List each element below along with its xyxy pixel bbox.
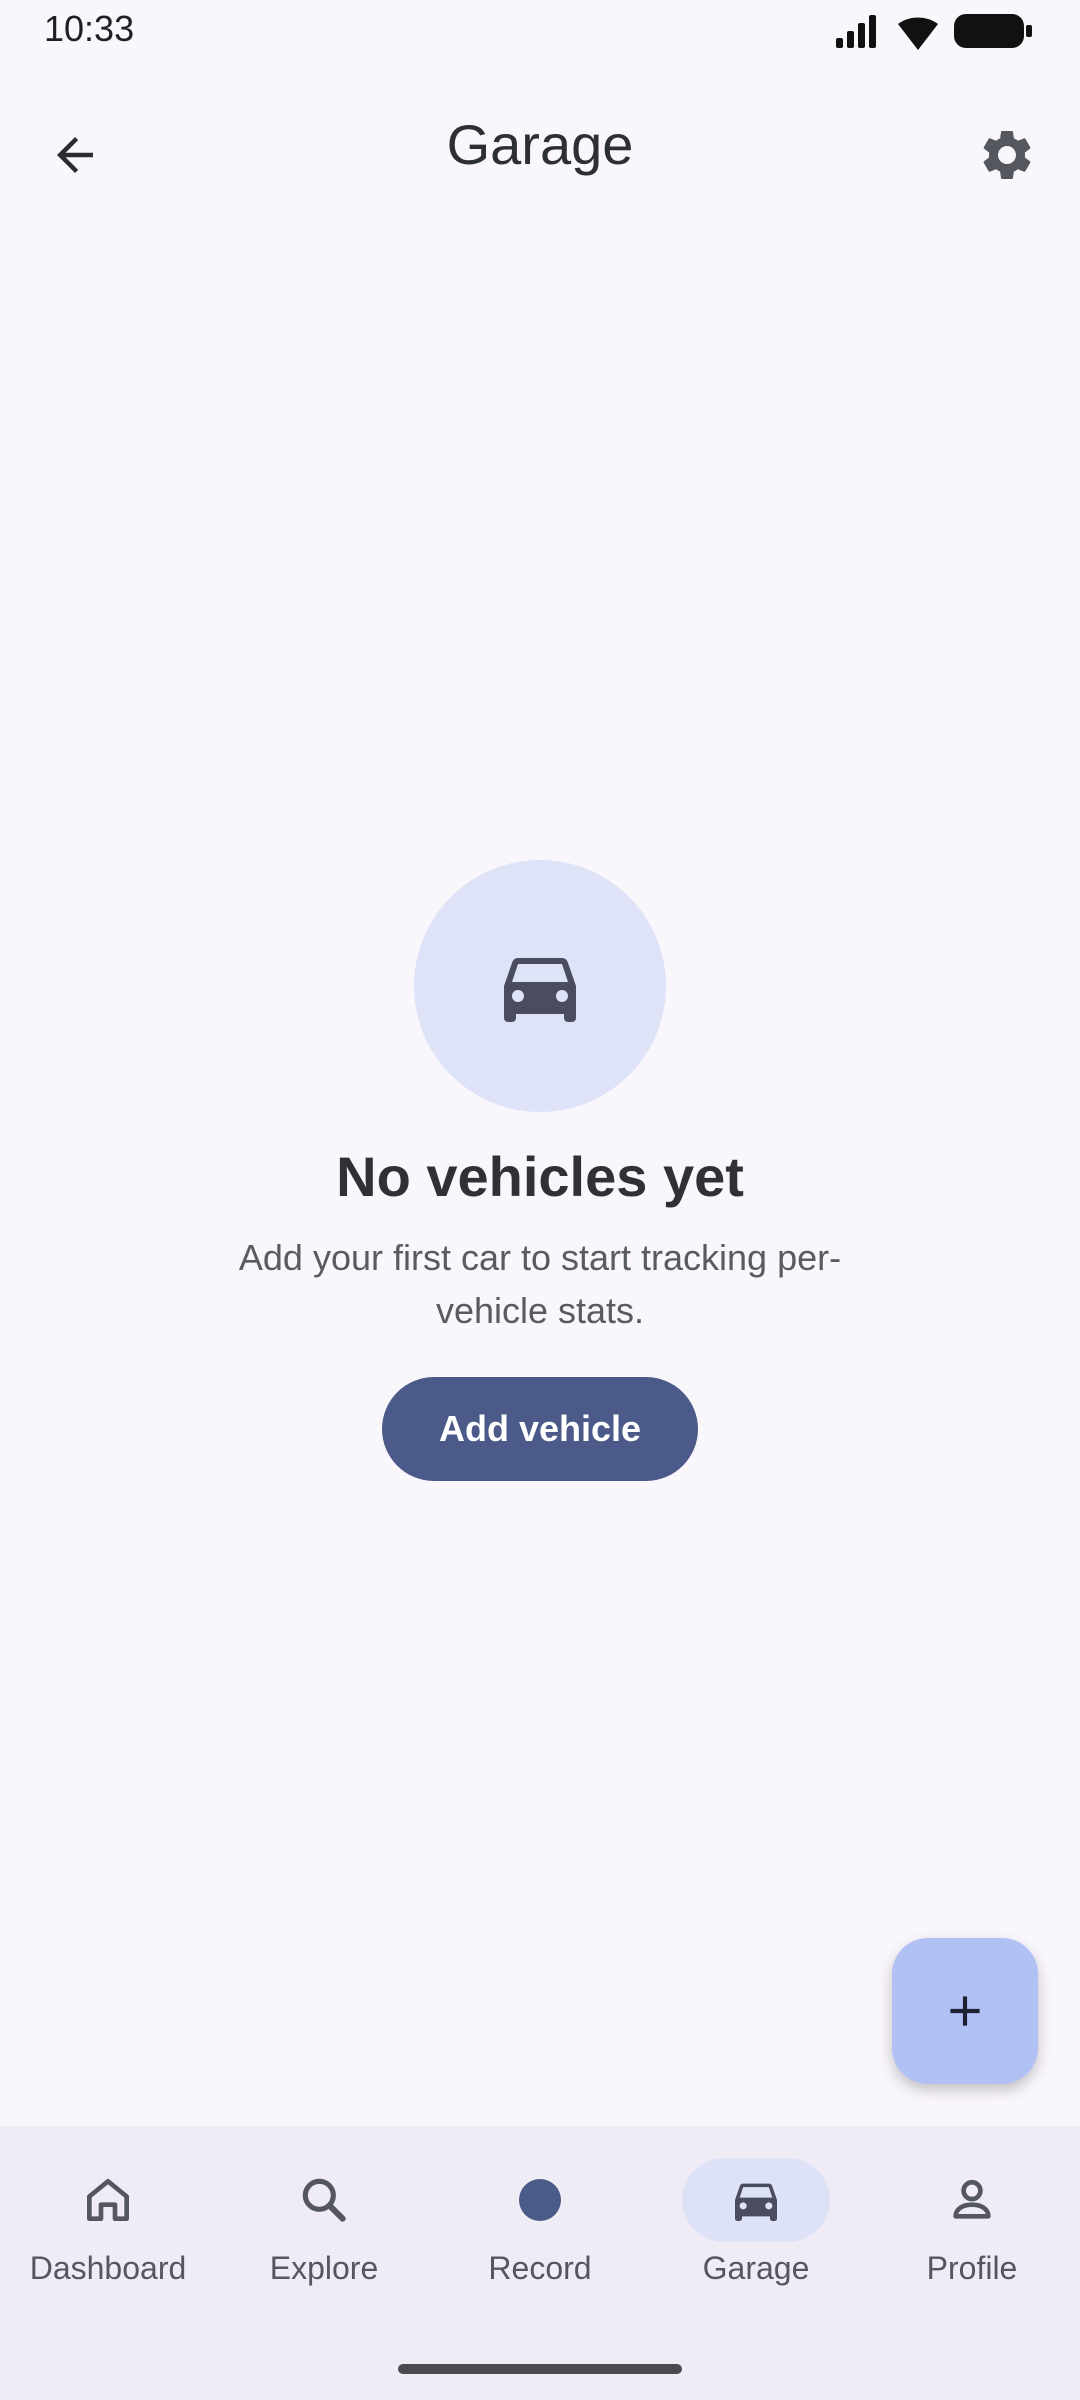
- search-icon: [302, 2178, 346, 2222]
- empty-state: No vehicles yet Add your first car to st…: [0, 860, 1080, 1481]
- nav-item-explore[interactable]: Explore: [216, 2126, 432, 2326]
- nav-label: Record: [488, 2250, 592, 2286]
- empty-state-description: Add your first car to start tracking per…: [238, 1237, 842, 1331]
- nav-label: Dashboard: [29, 2250, 187, 2286]
- status-time: 10:33: [44, 8, 135, 49]
- nav-label: Garage: [702, 2250, 810, 2286]
- car-icon: [735, 2183, 777, 2221]
- app-bar: Garage: [0, 80, 1080, 214]
- status-icons-svg: [836, 14, 1032, 50]
- nav-icon-container: [250, 2158, 398, 2242]
- nav-item-dashboard[interactable]: Dashboard: [0, 2126, 216, 2326]
- home-icon: [87, 2179, 129, 2221]
- nav-active-pill: [682, 2158, 830, 2242]
- nav-item-record[interactable]: Record: [432, 2126, 648, 2326]
- car-circle: [414, 860, 666, 1112]
- bottom-nav: Dashboard Explore Record Garage Profile: [0, 2126, 1080, 2400]
- nav-icon-container: [898, 2158, 1046, 2242]
- home-indicator[interactable]: [398, 2364, 682, 2374]
- status-bar: 10:33: [0, 0, 1080, 60]
- battery-icon: [954, 14, 1032, 48]
- nav-item-garage[interactable]: Garage: [648, 2126, 864, 2326]
- add-vehicle-button[interactable]: Add vehicle: [382, 1377, 698, 1481]
- nav-icon-container: [34, 2158, 182, 2242]
- wifi-icon: [898, 17, 938, 50]
- record-dot-icon: [519, 2179, 561, 2221]
- person-icon: [953, 2179, 991, 2219]
- empty-state-title: No vehicles yet: [336, 1145, 744, 1208]
- signal-icon: [836, 15, 876, 48]
- gear-icon: [983, 131, 1031, 179]
- nav-label: Explore: [269, 2250, 379, 2286]
- nav-item-profile[interactable]: Profile: [864, 2126, 1080, 2326]
- car-icon: [504, 958, 576, 1022]
- settings-button[interactable]: [962, 110, 1052, 200]
- nav-label: Profile: [926, 2250, 1018, 2286]
- nav-icon-container: [466, 2158, 614, 2242]
- add-fab-button[interactable]: [892, 1938, 1038, 2084]
- page-title: Garage: [446, 113, 634, 176]
- status-icons: [836, 12, 1036, 52]
- plus-icon: [950, 1996, 980, 2026]
